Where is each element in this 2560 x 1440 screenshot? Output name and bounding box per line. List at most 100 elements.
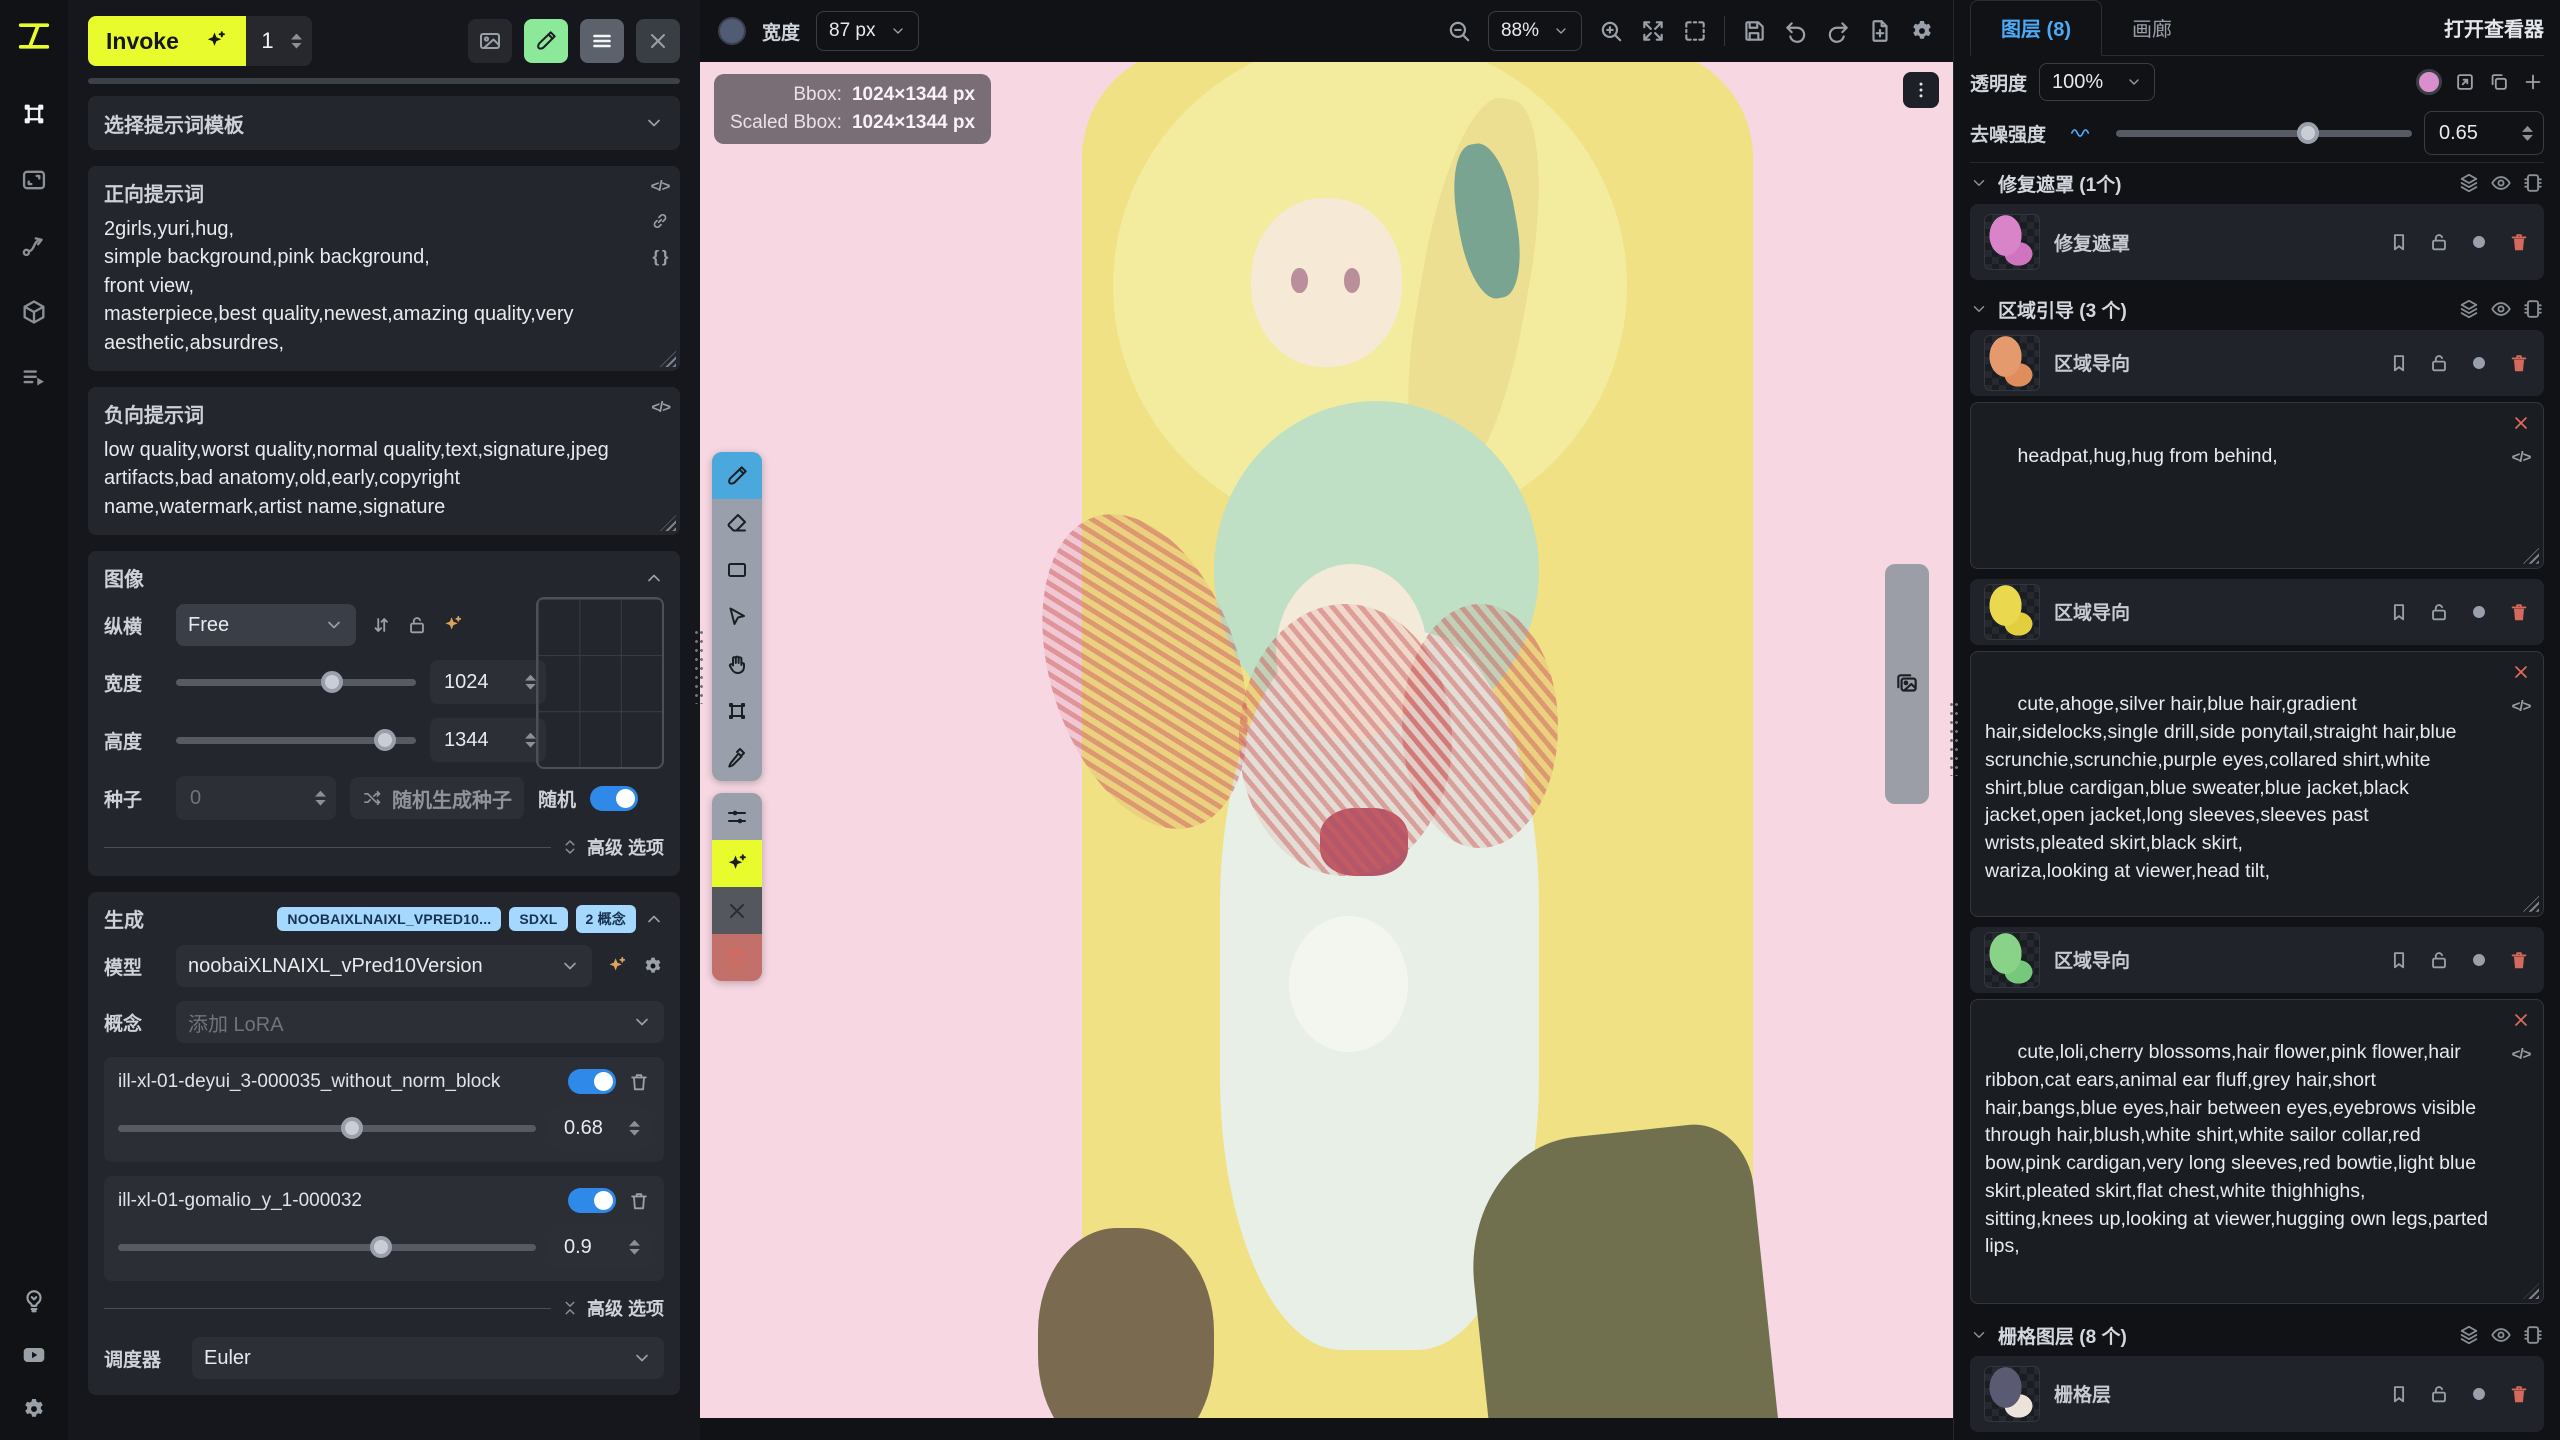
model-sparkle-icon[interactable]	[606, 955, 628, 977]
negative-prompt-input[interactable]: low quality,worst quality,normal quality…	[104, 436, 632, 521]
canvas-menu-button[interactable]	[1903, 72, 1939, 108]
height-slider[interactable]	[176, 729, 416, 751]
tool-cancel[interactable]	[712, 887, 762, 934]
brush-color-swatch[interactable]	[718, 17, 746, 45]
lora-weight-slider[interactable]	[118, 1236, 536, 1258]
trash-icon[interactable]	[628, 1190, 650, 1212]
open-viewer-button[interactable]: 打开查看器	[2444, 0, 2544, 55]
layers-icon[interactable]	[2458, 172, 2480, 194]
width-slider[interactable]	[176, 671, 416, 693]
fit-to-screen-icon[interactable]	[1640, 18, 1666, 44]
braces-icon[interactable]: { }	[653, 247, 668, 267]
gen-advanced-options-toggle[interactable]: 高级 选项	[561, 1295, 664, 1321]
trash-icon[interactable]	[2508, 601, 2530, 623]
undo-icon[interactable]	[1783, 18, 1809, 44]
model-select[interactable]: noobaiXLNAIXL_vPred10Version	[176, 945, 592, 987]
canvas-viewport[interactable]: Bbox: 1024×1344 px Scaled Bbox: 1024×134…	[700, 62, 1953, 1418]
unlock-icon[interactable]	[2428, 1383, 2450, 1405]
canvas-settings-icon[interactable]	[1909, 18, 1935, 44]
tool-brush[interactable]	[712, 452, 762, 499]
collapse-icon[interactable]	[644, 909, 664, 929]
viewer-tab-icon[interactable]	[20, 166, 48, 194]
swap-dimensions-icon[interactable]	[370, 614, 392, 636]
regional-section-header[interactable]: 区域引导 (3 个)	[1970, 288, 2544, 330]
zoom-in-icon[interactable]	[1598, 18, 1624, 44]
frame-icon[interactable]	[2522, 1324, 2544, 1346]
random-seed-button[interactable]: 随机生成种子	[350, 777, 524, 819]
trash-icon[interactable]	[2508, 352, 2530, 374]
tab-gallery[interactable]: 画廊	[2102, 0, 2202, 55]
optimize-size-icon[interactable]	[442, 614, 464, 636]
denoise-steppers[interactable]	[2520, 126, 2535, 141]
scheduler-select[interactable]: Euler	[192, 1337, 664, 1379]
add-layer-icon[interactable]	[2522, 71, 2544, 93]
image-mode-button[interactable]	[468, 19, 512, 63]
lora-weight-slider[interactable]	[118, 1117, 536, 1139]
panel-scroll-bar[interactable]	[88, 78, 680, 84]
youtube-icon[interactable]	[21, 1342, 47, 1368]
add-lora-select[interactable]: 添加 LoRA	[176, 1001, 664, 1043]
bookmark-icon[interactable]	[2388, 949, 2410, 971]
gallery-handle[interactable]	[1885, 564, 1929, 804]
support-icon[interactable]	[21, 1288, 47, 1314]
regional-prompt-input[interactable]: headpat,hug,hug from behind, </>	[1970, 402, 2544, 569]
resize-handle[interactable]	[2523, 896, 2539, 912]
models-tab-icon[interactable]	[20, 298, 48, 326]
lora-weight-input[interactable]: 0.9	[550, 1225, 650, 1269]
raster-layer-row[interactable]: 栅格层	[1970, 1356, 2544, 1432]
color-dot-icon[interactable]	[2468, 352, 2490, 374]
lora-toggle[interactable]	[568, 1069, 616, 1094]
collapse-icon[interactable]	[644, 568, 664, 588]
resize-handle[interactable]	[2523, 548, 2539, 564]
frame-icon[interactable]	[2522, 172, 2544, 194]
regional-layer-row[interactable]: 区域导向	[1970, 927, 2544, 993]
inpaint-mask-row[interactable]: 修复遮罩	[1970, 204, 2544, 280]
raster-section-header[interactable]: 栅格图层 (8 个)	[1970, 1314, 2544, 1356]
color-dot-icon[interactable]	[2468, 601, 2490, 623]
denoise-slider[interactable]	[2116, 122, 2412, 144]
color-dot-icon[interactable]	[2468, 949, 2490, 971]
invoke-button[interactable]: Invoke	[88, 16, 246, 66]
unlock-icon[interactable]	[2428, 601, 2450, 623]
model-settings-icon[interactable]	[642, 955, 664, 977]
remove-prompt-icon[interactable]	[2511, 662, 2531, 682]
code-icon[interactable]: </>	[2512, 447, 2531, 468]
panel-resize-handle[interactable]	[694, 628, 704, 704]
aspect-select[interactable]: Free	[176, 604, 356, 646]
seed-steppers[interactable]	[313, 791, 328, 806]
frame-icon[interactable]	[2522, 298, 2544, 320]
eye-icon[interactable]	[2490, 172, 2512, 194]
code-icon[interactable]: </>	[2512, 696, 2531, 717]
redo-icon[interactable]	[1825, 18, 1851, 44]
brush-mode-button[interactable]	[524, 19, 568, 63]
unlock-icon[interactable]	[2428, 949, 2450, 971]
tool-eyedropper[interactable]	[712, 734, 762, 781]
duplicate-layer-icon[interactable]	[2488, 71, 2510, 93]
queue-count-stepper[interactable]: 1	[246, 16, 312, 66]
brush-width-select[interactable]: 87 px	[816, 11, 918, 51]
tool-transform[interactable]	[712, 687, 762, 734]
queue-tab-icon[interactable]	[20, 364, 48, 392]
resize-handle[interactable]	[2523, 1283, 2539, 1299]
resize-handle[interactable]	[660, 351, 676, 367]
advanced-options-toggle[interactable]: 高级 选项	[561, 834, 664, 860]
cancel-button[interactable]	[636, 19, 680, 63]
tool-delete[interactable]	[712, 934, 762, 981]
regional-layer-row[interactable]: 区域导向	[1970, 579, 2544, 645]
zoom-select[interactable]: 88%	[1488, 11, 1582, 51]
denoise-curve-icon[interactable]	[2058, 122, 2104, 144]
code-icon[interactable]: </>	[651, 178, 670, 195]
tool-eraser[interactable]	[712, 499, 762, 546]
code-icon[interactable]: </>	[2512, 1044, 2531, 1065]
prompt-template-selector[interactable]: 选择提示词模板	[88, 96, 680, 150]
canvas-tab-icon[interactable]	[20, 100, 48, 128]
trash-icon[interactable]	[628, 1071, 650, 1093]
resize-handle[interactable]	[660, 515, 676, 531]
regional-prompt-input[interactable]: cute,ahoge,silver hair,blue hair,gradien…	[1970, 651, 2544, 917]
tool-pan[interactable]	[712, 640, 762, 687]
settings-icon[interactable]	[21, 1396, 47, 1422]
tool-filter[interactable]	[712, 793, 762, 840]
random-seed-toggle[interactable]	[590, 786, 638, 811]
save-icon[interactable]	[1741, 18, 1767, 44]
panel-resize-handle[interactable]	[1949, 700, 1959, 776]
